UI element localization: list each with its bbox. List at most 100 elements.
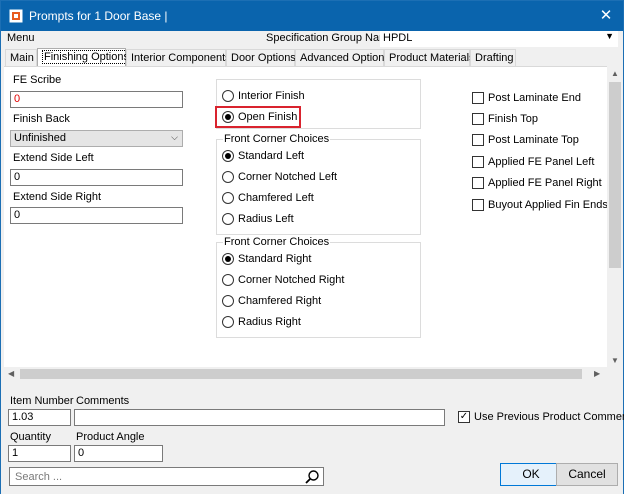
- checkbox-box: [472, 134, 484, 146]
- close-button[interactable]: ✕: [589, 1, 623, 31]
- fe-scribe-input[interactable]: 0: [10, 91, 183, 108]
- radio-label: Standard Right: [238, 253, 312, 265]
- checkbox-box: [472, 199, 484, 211]
- tab-advanced-options[interactable]: Advanced Options: [295, 49, 390, 66]
- checkbox-box: [472, 113, 484, 125]
- tab-main[interactable]: Main: [5, 49, 37, 66]
- corner-notched-left-radio[interactable]: Corner Notched Left: [222, 171, 402, 185]
- chevron-down-icon: ▼: [605, 31, 614, 41]
- radio-label: Chamfered Left: [238, 192, 314, 204]
- post-laminate-top-checkbox[interactable]: Post Laminate Top: [472, 134, 602, 148]
- tab-label: Door Options: [231, 52, 296, 64]
- finish-back-value: Unfinished: [14, 132, 66, 144]
- checkbox-label: Finish Top: [488, 113, 538, 125]
- standard-left-radio[interactable]: Standard Left: [222, 150, 402, 164]
- applied-fe-panel-right-checkbox[interactable]: Applied FE Panel Right: [472, 177, 602, 191]
- checkbox-label: Applied FE Panel Right: [488, 177, 602, 189]
- tab-label: Interior Components: [131, 52, 231, 64]
- quantity-input[interactable]: 1: [8, 445, 71, 462]
- finish-top-checkbox[interactable]: Finish Top: [472, 113, 602, 127]
- scroll-up-icon[interactable]: ▲: [611, 69, 619, 78]
- search-input[interactable]: Search ...: [9, 467, 324, 486]
- radio-circle: [222, 213, 234, 225]
- finishing-options-panel: FE Scribe 0 Finish Back Unfinished ⌵ Ext…: [4, 66, 608, 381]
- tab-label: Advanced Options: [300, 52, 390, 64]
- radio-circle: [222, 90, 234, 102]
- radio-label: Radius Left: [238, 213, 294, 225]
- tab-product-materials[interactable]: Product Materials: [384, 49, 475, 66]
- radio-circle: [222, 274, 234, 286]
- ok-button[interactable]: OK: [500, 463, 562, 486]
- extend-right-input[interactable]: 0: [10, 207, 183, 224]
- radius-left-radio[interactable]: Radius Left: [222, 213, 402, 227]
- search-placeholder: Search ...: [15, 471, 63, 483]
- post-laminate-end-checkbox[interactable]: Post Laminate End: [472, 92, 602, 106]
- group-title: Front Corner Choices: [223, 236, 331, 248]
- item-number-input[interactable]: 1.03: [8, 409, 71, 426]
- fe-scribe-label: FE Scribe: [13, 74, 62, 86]
- chevron-down-icon: ⌵: [171, 132, 178, 142]
- radio-circle: [222, 295, 234, 307]
- horizontal-scrollbar[interactable]: ◀ ▶: [4, 367, 607, 381]
- corner-notched-right-radio[interactable]: Corner Notched Right: [222, 274, 402, 288]
- prompts-dialog: Prompts for 1 Door Base | ✕ Menu Specifi…: [0, 0, 624, 494]
- menu-item[interactable]: Menu: [7, 32, 35, 44]
- scroll-right-icon[interactable]: ▶: [594, 369, 600, 378]
- product-angle-input[interactable]: 0: [74, 445, 163, 462]
- radio-circle: [222, 316, 234, 328]
- radius-right-radio[interactable]: Radius Right: [222, 316, 402, 330]
- use-previous-comments-checkbox[interactable]: ✓ Use Previous Product Comments: [458, 411, 624, 425]
- scroll-down-icon[interactable]: ▼: [611, 356, 619, 365]
- scrollbar-thumb[interactable]: [609, 82, 621, 268]
- search-icon[interactable]: [304, 469, 320, 485]
- chamfered-right-radio[interactable]: Chamfered Right: [222, 295, 402, 309]
- window-title: Prompts for 1 Door Base |: [29, 9, 168, 23]
- checkbox-label: Post Laminate Top: [488, 134, 579, 146]
- checkbox-label: Applied FE Panel Left: [488, 156, 595, 168]
- title-bar: Prompts for 1 Door Base | ✕: [1, 1, 623, 31]
- checkbox-box: [472, 156, 484, 168]
- quantity-label: Quantity: [10, 431, 51, 443]
- checkmark-icon: ✓: [458, 411, 470, 423]
- vertical-scrollbar[interactable]: ▲ ▼: [607, 66, 623, 381]
- tab-label: Drafting: [475, 52, 514, 64]
- item-number-label: Item Number: [10, 395, 74, 407]
- interior-finish-radio[interactable]: Interior Finish: [222, 90, 372, 104]
- buyout-applied-fin-ends-checkbox[interactable]: Buyout Applied Fin Ends: [472, 199, 608, 213]
- radio-label: Interior Finish: [238, 90, 305, 102]
- cancel-button[interactable]: Cancel: [556, 463, 618, 486]
- spec-group-value: HPDL: [383, 32, 413, 44]
- radio-label: Corner Notched Left: [238, 171, 338, 183]
- scrollbar-thumb[interactable]: [20, 369, 582, 379]
- radio-label: Standard Left: [238, 150, 305, 162]
- scroll-left-icon[interactable]: ◀: [8, 369, 14, 378]
- front-corner-left-group: Front Corner Choices Standard Left Corne…: [216, 133, 421, 235]
- tab-label: Finishing Options: [42, 50, 131, 64]
- comments-input[interactable]: [74, 409, 445, 426]
- close-icon: ✕: [599, 7, 613, 24]
- standard-right-radio[interactable]: Standard Right: [222, 253, 402, 267]
- group-title: Front Corner Choices: [223, 133, 331, 145]
- extend-left-input[interactable]: 0: [10, 169, 183, 186]
- front-corner-right-group: Front Corner Choices Standard Right Corn…: [216, 236, 421, 338]
- product-angle-label: Product Angle: [76, 431, 145, 443]
- tab-interior-components[interactable]: Interior Components: [126, 49, 231, 66]
- tab-label: Main: [10, 52, 34, 64]
- tab-finishing-options[interactable]: Finishing Options: [37, 48, 131, 67]
- tab-label: Product Materials: [389, 52, 475, 64]
- radio-circle: [222, 192, 234, 204]
- tab-drafting[interactable]: Drafting: [470, 49, 516, 66]
- checkbox-label: Use Previous Product Comments: [474, 411, 624, 423]
- radio-circle: [222, 253, 234, 265]
- highlight-box: [215, 106, 301, 128]
- radio-label: Corner Notched Right: [238, 274, 345, 286]
- finish-back-select[interactable]: Unfinished ⌵: [10, 130, 183, 147]
- extend-left-label: Extend Side Left: [13, 152, 94, 164]
- radio-label: Radius Right: [238, 316, 301, 328]
- applied-fe-panel-left-checkbox[interactable]: Applied FE Panel Left: [472, 156, 602, 170]
- spec-group-select[interactable]: HPDL ▼: [380, 31, 618, 47]
- tab-door-options[interactable]: Door Options: [226, 49, 296, 66]
- spec-group-label: Specification Group Name: [266, 32, 395, 44]
- comments-label: Comments: [76, 395, 130, 407]
- chamfered-left-radio[interactable]: Chamfered Left: [222, 192, 402, 206]
